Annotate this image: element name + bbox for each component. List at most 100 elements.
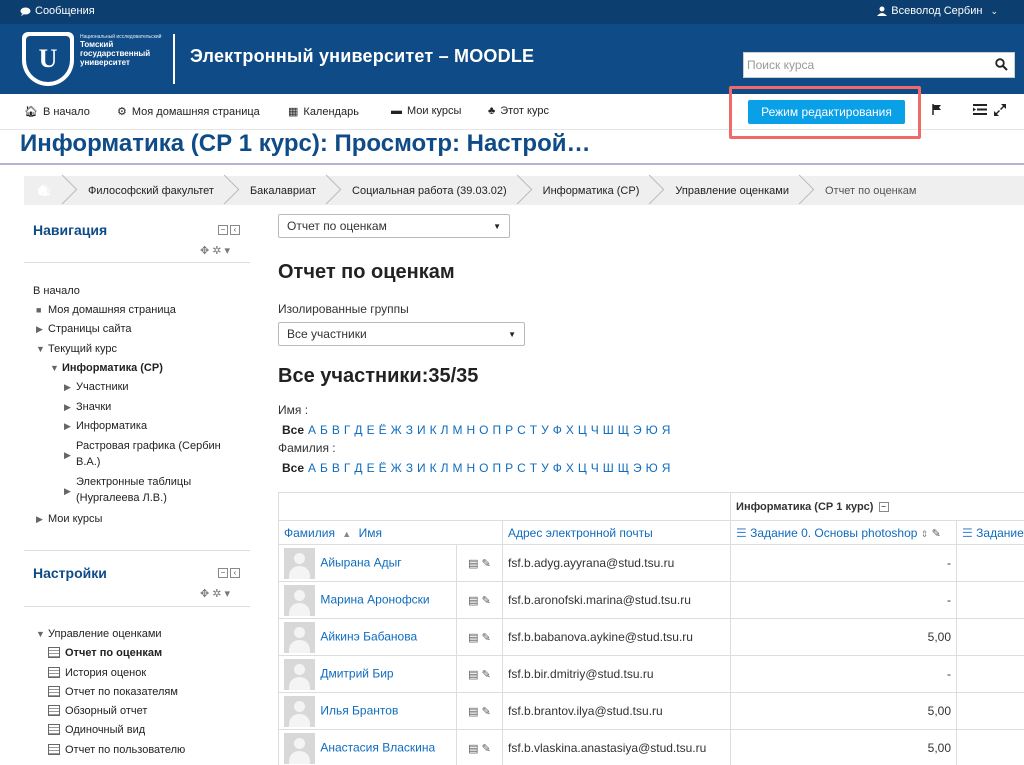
edit-pencil-icon[interactable]: ✎ (482, 558, 491, 570)
letter-filter-link[interactable]: С (517, 423, 526, 437)
settings-tree-item[interactable]: Одиночный вид (48, 722, 145, 738)
nav-this-course[interactable]: ♣ Этот курс (488, 105, 549, 117)
report-icon[interactable]: ▤ (468, 595, 478, 607)
grade-cell-next[interactable] (956, 655, 1024, 693)
settings-tree-item[interactable]: Обзорный отчет (48, 703, 147, 719)
edit-pencil-icon[interactable]: ✎ (482, 706, 491, 718)
student-name-link[interactable]: Анастасия Власкина (320, 740, 435, 754)
avatar[interactable] (284, 584, 315, 616)
nav-dashboard[interactable]: ⚙ Моя домашняя страница (117, 105, 260, 119)
letter-filter-link[interactable]: О (479, 423, 488, 437)
letter-filter-link[interactable]: Е (367, 461, 375, 475)
letter-filter-link[interactable]: Р (505, 423, 513, 437)
dock-icon[interactable]: ‹ (230, 568, 240, 578)
letter-filter-link[interactable]: Л (441, 461, 449, 475)
letter-filter-link[interactable]: Н (466, 461, 475, 475)
letter-filter-link[interactable]: Н (466, 423, 475, 437)
settings-tree-item[interactable]: Отчет по пользователю (48, 742, 185, 758)
avatar[interactable] (284, 658, 315, 690)
edit-mode-button[interactable]: Режим редактирования (748, 100, 905, 124)
sort-email-link[interactable]: Адрес электронной почты (508, 526, 653, 540)
breadcrumb-item[interactable]: Управление оценками (653, 176, 803, 205)
letter-filter-link[interactable]: М (452, 423, 462, 437)
letter-filter-link[interactable]: Л (441, 423, 449, 437)
letter-filter-link[interactable]: Ш (603, 461, 614, 475)
nav-tree-item[interactable]: В начало (33, 283, 80, 299)
avatar[interactable] (284, 732, 315, 764)
groups-select[interactable]: Все участники ▼ (278, 322, 525, 346)
letter-filter-link[interactable]: У (541, 423, 549, 437)
letter-filter-link[interactable]: З (406, 423, 413, 437)
letter-filter-link[interactable]: Б (320, 461, 328, 475)
letter-filter-link[interactable]: Ё (379, 461, 387, 475)
letter-filter-link[interactable]: Х (566, 461, 574, 475)
block-move-config[interactable]: ✥ ✲ ▾ (200, 587, 230, 600)
letter-filter-link[interactable]: Я (662, 461, 671, 475)
letter-filter-link[interactable]: Ц (578, 423, 587, 437)
site-title[interactable]: Электронный университет – MOODLE (190, 46, 534, 67)
letter-filter-link[interactable]: Ч (591, 461, 599, 475)
letter-filter-link[interactable]: Я (662, 423, 671, 437)
report-icon[interactable]: ▤ (468, 669, 478, 681)
letter-filter-link[interactable]: С (517, 461, 526, 475)
letter-filter-link[interactable]: Ц (578, 461, 587, 475)
letter-filter-link[interactable]: Э (633, 423, 642, 437)
grade-cell-next[interactable] (956, 581, 1024, 619)
letter-filter-link[interactable]: В (332, 461, 340, 475)
settings-tree-item[interactable]: Отчет по оценкам (48, 645, 162, 661)
sort-firstname-link[interactable]: Имя (359, 526, 382, 540)
nav-calendar[interactable]: ▦ Календарь (288, 105, 359, 119)
report-icon[interactable]: ▤ (468, 558, 478, 570)
letter-filter-link[interactable]: А (308, 423, 316, 437)
letter-filter-link[interactable]: Д (354, 423, 362, 437)
nav-tree-item[interactable]: ▼ Текущий курс (36, 341, 117, 357)
letter-filter-link[interactable]: В (332, 423, 340, 437)
nav-tree-item[interactable]: ▶ Мои курсы (36, 511, 102, 527)
nav-tree-item[interactable]: ▶ Электронные таблицы (Нургалеева Л.В.) (64, 474, 234, 506)
nav-tree-item[interactable]: ▶ Растровая графика (Сербин В.А.) (64, 438, 234, 470)
user-menu[interactable]: Всеволод Сербин ⌄ (877, 5, 998, 17)
letter-filter-link[interactable]: З (406, 461, 413, 475)
grade-cell-next[interactable] (956, 729, 1024, 765)
letter-filter-link[interactable]: Р (505, 461, 513, 475)
student-name-link[interactable]: Айкинэ Бабанова (320, 629, 417, 643)
edit-pencil-icon[interactable]: ✎ (482, 595, 491, 607)
avatar[interactable] (284, 621, 315, 653)
grade-cell[interactable]: 5,00 (730, 692, 958, 730)
messages-link[interactable]: Сообщения (20, 5, 95, 17)
course-search-input[interactable] (744, 53, 984, 77)
edit-pencil-icon[interactable]: ✎ (482, 669, 491, 681)
letter-filter-link[interactable]: К (430, 423, 437, 437)
nav-my-courses[interactable]: ▬ Мои курсы (391, 105, 461, 117)
flag-icon[interactable] (932, 104, 942, 115)
breadcrumb-home[interactable]: 🏠︎ (24, 176, 66, 205)
fullscreen-icon[interactable] (994, 104, 1006, 116)
letter-all[interactable]: Все (282, 423, 304, 437)
settings-tree-item[interactable]: История оценок (48, 665, 146, 681)
letter-filter-link[interactable]: Г (344, 461, 351, 475)
collapse-icon[interactable]: − (218, 568, 228, 578)
letter-filter-link[interactable]: П (492, 461, 501, 475)
grade-cell[interactable]: - (730, 581, 958, 619)
grade-cell[interactable]: - (730, 655, 958, 693)
report-icon[interactable]: ▤ (468, 743, 478, 755)
student-name-link[interactable]: Илья Брантов (320, 703, 398, 717)
letter-filter-link[interactable]: О (479, 461, 488, 475)
letter-filter-link[interactable]: А (308, 461, 316, 475)
breadcrumb-item[interactable]: Информатика (СР) (521, 176, 654, 205)
letter-filter-link[interactable]: У (541, 461, 549, 475)
letter-filter-link[interactable]: Ч (591, 423, 599, 437)
letter-filter-link[interactable]: Ш (603, 423, 614, 437)
letter-filter-link[interactable]: Г (344, 423, 351, 437)
letter-filter-link[interactable]: Ж (391, 461, 402, 475)
letter-filter-link[interactable]: И (417, 461, 426, 475)
task-next-link[interactable]: Задание (976, 526, 1023, 540)
task0-link[interactable]: Задание 0. Основы photoshop (750, 526, 917, 540)
edit-pencil-icon[interactable]: ✎ (932, 528, 941, 540)
letter-all[interactable]: Все (282, 461, 304, 475)
block-move-config[interactable]: ✥ ✲ ▾ (200, 244, 230, 257)
letter-filter-link[interactable]: Ё (379, 423, 387, 437)
letter-filter-link[interactable]: Ф (553, 423, 562, 437)
letter-filter-link[interactable]: Ю (646, 423, 658, 437)
dock-icon[interactable]: ‹ (230, 225, 240, 235)
